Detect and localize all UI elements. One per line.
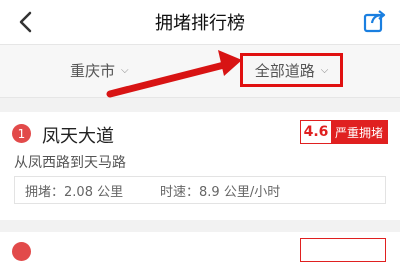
speed-value: 8.9 公里/小时 — [199, 184, 281, 200]
road-name: 凤天大道 — [42, 126, 114, 147]
congestion-index: 4.6 — [301, 121, 331, 143]
stats-box: 拥堵：2.08 公里 时速：8.9 公里/小时 — [14, 176, 386, 204]
rank-badge: 1 — [12, 124, 31, 143]
congestion-length-label: 拥堵： — [25, 184, 65, 200]
congestion-tag: 4.6 严重拥堵 — [300, 120, 388, 144]
back-icon — [19, 11, 32, 33]
share-icon — [363, 10, 386, 33]
congestion-length: 拥堵：2.08 公里 — [25, 181, 160, 200]
road-type-filter-dropdown[interactable]: 全部道路 ⌵ — [240, 53, 343, 87]
page-title: 拥堵排行榜 — [155, 13, 245, 34]
rank-badge — [12, 242, 31, 261]
road-type-filter-label: 全部道路 — [254, 61, 315, 80]
road-direction: 从凤西路到天马路 — [14, 155, 126, 171]
ranking-card[interactable]: 1 凤天大道 4.6 严重拥堵 从凤西路到天马路 拥堵：2.08 公里 时速：8… — [0, 112, 400, 220]
speed: 时速：8.9 公里/小时 — [160, 181, 280, 200]
congestion-tag — [300, 238, 386, 262]
speed-label: 时速： — [160, 184, 200, 200]
filter-bar: 重庆市 ⌵ 全部道路 ⌵ — [0, 44, 400, 98]
ranking-card[interactable] — [0, 232, 400, 262]
chevron-down-icon: ⌵ — [121, 64, 129, 76]
chevron-down-icon: ⌵ — [320, 64, 329, 76]
city-filter-label: 重庆市 — [70, 61, 116, 80]
congestion-level-badge: 严重拥堵 — [331, 121, 387, 143]
city-filter-dropdown[interactable]: 重庆市 ⌵ — [70, 59, 129, 81]
share-button[interactable] — [362, 8, 388, 34]
congestion-length-value: 2.08 公里 — [64, 184, 124, 200]
back-button[interactable] — [10, 6, 40, 38]
top-nav-bar: 拥堵排行榜 — [0, 0, 400, 44]
